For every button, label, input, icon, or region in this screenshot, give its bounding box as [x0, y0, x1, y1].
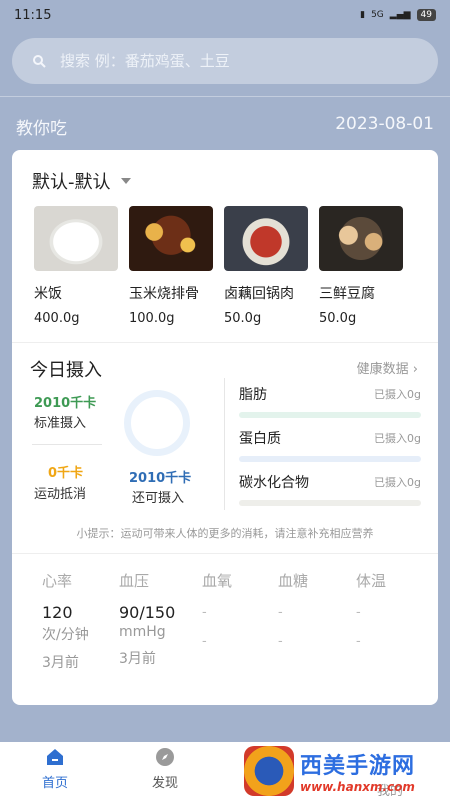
watermark: 西美手游网 www.hanxm.com — [244, 742, 444, 800]
divider — [12, 342, 438, 343]
vital-label: 心率 — [42, 572, 73, 590]
watermark-name: 西美手游网 — [300, 754, 416, 779]
vital-unit: mmHg — [119, 624, 166, 640]
food-image — [34, 206, 118, 271]
vital-label: 血氧 — [202, 572, 233, 590]
vibrate-icon: ▮ — [360, 10, 366, 20]
standard-intake-label: 标准摄入 — [34, 416, 87, 431]
standard-intake-value: 2010千卡 — [34, 396, 97, 411]
calorie-ring — [124, 390, 190, 456]
food-weight: 100.0g — [129, 311, 175, 326]
vital-label: 血糖 — [278, 572, 309, 590]
vital-label: 血压 — [119, 572, 150, 590]
nutrient-bar — [239, 500, 421, 506]
vital-value: 90/150 — [119, 603, 176, 622]
food-weight: 50.0g — [319, 311, 357, 326]
search-icon — [33, 55, 46, 68]
food-list: 米饭 400.0g 玉米烧排骨 100.0g 卤藕回锅肉 50.0g 三鲜豆腐 … — [34, 206, 403, 326]
nutrient-bar — [239, 412, 421, 418]
nutrient-protein: 蛋白质 已摄入0g — [239, 428, 421, 462]
home-icon — [47, 749, 63, 765]
sport-offset-label: 运动抵消 — [34, 487, 87, 502]
diet-card: 默认-默认 米饭 400.0g 玉米烧排骨 100.0g 卤藕回锅肉 50.0g… — [12, 150, 438, 705]
tip-text: 小提示：运动可带来人体的更多的消耗，请注意补充相应营养 — [76, 527, 374, 540]
nutrient-bar — [239, 456, 421, 462]
divider — [224, 378, 225, 510]
date-selector[interactable]: 2023-08-01 — [335, 114, 434, 134]
nav-discover-label: 发现 — [151, 776, 178, 791]
remaining-intake-label: 还可摄入 — [132, 491, 185, 506]
watermark-url: www.hanxm.com — [300, 780, 415, 794]
compass-icon — [156, 748, 174, 766]
food-weight: 50.0g — [224, 311, 262, 326]
nutrient-status: 已摄入0g — [374, 476, 421, 489]
search-input[interactable] — [60, 52, 390, 70]
remaining-intake-value: 2010千卡 — [129, 471, 192, 486]
vital-value: 120 — [42, 603, 73, 622]
food-name: 三鲜豆腐 — [319, 286, 375, 302]
divider — [32, 444, 102, 445]
health-data-label: 健康数据 — [356, 362, 409, 377]
food-image — [129, 206, 213, 271]
vital-time: 3月前 — [42, 655, 79, 671]
vital-unit: 次/分钟 — [42, 627, 89, 643]
vital-empty: - — [202, 634, 207, 649]
vital-temperature[interactable]: 体温 - - — [356, 570, 436, 649]
intake-title: 今日摄入 — [30, 360, 102, 381]
sport-offset-value: 0千卡 — [48, 466, 84, 481]
food-item-ribs[interactable]: 玉米烧排骨 100.0g — [129, 206, 213, 326]
signal-icon: ▂▄▆ — [389, 10, 411, 20]
nav-home[interactable]: 首页 — [0, 742, 110, 800]
nutrient-status: 已摄入0g — [374, 432, 421, 445]
food-name: 米饭 — [34, 286, 62, 302]
food-weight: 400.0g — [34, 311, 80, 326]
food-image — [224, 206, 308, 271]
nav-home-label: 首页 — [41, 776, 68, 791]
network-label: 5G — [371, 10, 384, 20]
food-item-rice[interactable]: 米饭 400.0g — [34, 206, 118, 326]
food-name: 玉米烧排骨 — [129, 286, 199, 302]
chevron-down-icon — [120, 178, 131, 184]
nutrient-status: 已摄入0g — [374, 388, 421, 401]
vital-empty: - — [202, 605, 207, 620]
vital-label: 体温 — [356, 572, 387, 590]
page-title: 教你吃 — [16, 119, 67, 139]
nutrient-fat: 脂肪 已摄入0g — [239, 384, 421, 418]
vital-empty: - — [278, 605, 283, 620]
food-image — [319, 206, 403, 271]
search-container[interactable] — [12, 38, 438, 84]
plan-dropdown[interactable]: 默认-默认 — [32, 168, 131, 194]
vital-time: 3月前 — [119, 651, 156, 667]
chevron-right-icon: › — [412, 362, 418, 377]
health-data-link[interactable]: 健康数据 › — [357, 358, 418, 377]
nav-discover[interactable]: 发现 — [110, 742, 220, 800]
divider — [12, 553, 438, 554]
vital-empty: - — [356, 634, 361, 649]
battery-icon: 49 — [416, 9, 436, 21]
food-name: 卤藕回锅肉 — [224, 286, 294, 302]
vital-blood-sugar[interactable]: 血糖 - - — [278, 570, 358, 649]
vital-heart-rate[interactable]: 心率 120 次/分钟 3月前 — [42, 570, 122, 672]
food-item-tofu[interactable]: 三鲜豆腐 50.0g — [319, 206, 403, 326]
food-item-pork[interactable]: 卤藕回锅肉 50.0g — [224, 206, 308, 326]
vital-blood-oxygen[interactable]: 血氧 - - — [202, 570, 282, 649]
header-divider — [0, 96, 450, 97]
vital-empty: - — [278, 634, 283, 649]
status-icons: ▮ 5G ▂▄▆ 49 — [360, 9, 436, 21]
gamepad-logo-icon — [244, 746, 294, 796]
status-bar: 11:15 ▮ 5G ▂▄▆ 49 — [0, 0, 450, 30]
nutrient-carbs: 碳水化合物 已摄入0g — [239, 472, 421, 506]
vital-blood-pressure[interactable]: 血压 90/150 mmHg 3月前 — [119, 570, 199, 668]
vital-empty: - — [356, 605, 361, 620]
status-time: 11:15 — [14, 7, 52, 23]
plan-label: 默认-默认 — [32, 172, 111, 193]
